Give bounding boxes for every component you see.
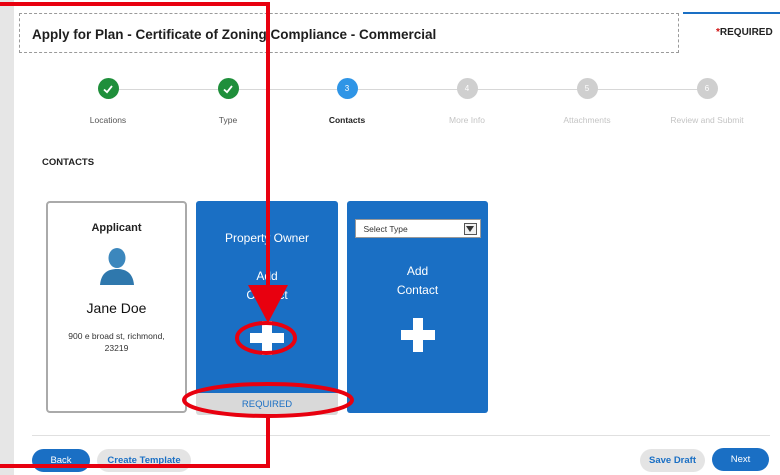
person-icon [99,248,134,285]
back-button[interactable]: Back [32,449,90,472]
add-contact-text: Add Contact [347,262,488,300]
step-number-circle: 5 [576,78,598,99]
chevron-down-icon [463,222,477,235]
property-owner-add-contact-card[interactable]: Property Owner Add Contact [196,201,338,413]
step-type[interactable]: Type [168,78,288,125]
contact-type-select[interactable]: Select Type [354,219,481,238]
step-number-circle: 6 [696,78,718,99]
step-more-info[interactable]: 4 More Info [407,78,527,125]
step-label: Type [218,115,238,125]
required-note-text: REQUIRED [719,27,773,38]
checkmark-icon [223,84,233,94]
plus-icon[interactable] [250,321,284,355]
create-template-button[interactable]: Create Template [97,449,191,472]
add-contact-line1: Add [256,269,278,283]
step-number-circle: 3 [336,78,358,99]
contact-role: Property Owner [224,231,310,245]
page-title: Apply for Plan - Certificate of Zoning C… [32,27,437,42]
contact-address: 900 e broad st, richmond, 23219 [68,331,165,353]
step-review-and-submit[interactable]: 6 Review and Submit [647,78,767,125]
save-draft-button[interactable]: Save Draft [640,449,705,472]
footer-divider [32,435,770,436]
contacts-section-title: CONTACTS [42,157,95,168]
required-badge: REQUIRED [196,393,338,415]
step-number-circle: 4 [456,78,478,99]
add-contact-text: Add Contact [196,267,338,305]
add-contact-line2: Contact [396,283,439,297]
step-attachments[interactable]: 5 Attachments [527,78,647,125]
contact-role: Applicant [91,222,142,234]
required-note: *REQUIRED [716,27,773,38]
step-done-circle [217,78,239,99]
next-button[interactable]: Next [712,448,769,471]
step-locations[interactable]: Locations [48,78,168,125]
contact-name: Jane Doe [86,300,147,316]
checkmark-icon [103,84,113,94]
step-contacts[interactable]: 3 Contacts [287,78,407,125]
step-label: Attachments [563,115,611,125]
step-label: Locations [89,115,127,125]
step-done-circle [97,78,119,99]
left-sidebar-strip [0,0,14,475]
chevron-down-glyph [466,225,474,232]
new-contact-card[interactable]: Select Type Add Contact [347,201,488,413]
header-accent-line [683,12,780,14]
contact-type-select-value: Select Type [363,223,408,234]
page-header: Apply for Plan - Certificate of Zoning C… [19,13,679,53]
add-contact-line1: Add [406,264,429,278]
add-contact-line2: Contact [246,288,288,302]
applicant-contact-card[interactable]: Applicant Jane Doe 900 e broad st, richm… [46,201,187,413]
step-label: More Info [449,115,485,125]
step-label: Review and Submit [670,115,744,125]
plus-icon[interactable] [400,318,435,352]
step-label: Contacts [328,115,366,125]
